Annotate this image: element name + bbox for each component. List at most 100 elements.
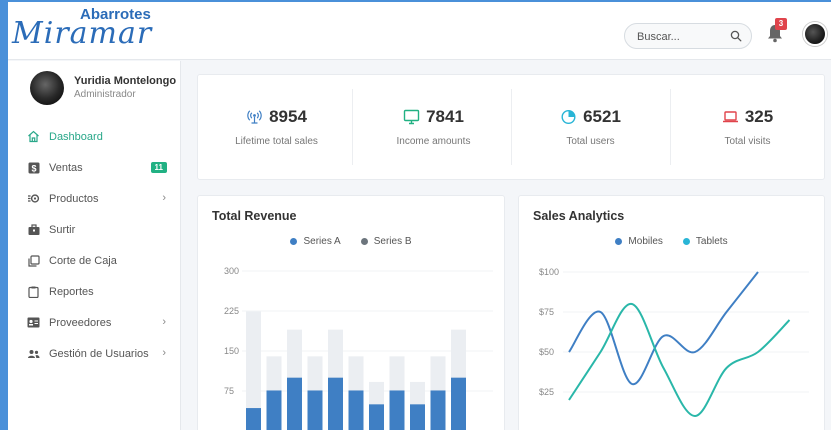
stats-card: 8954 Lifetime total sales 7841 Income am… (197, 74, 825, 180)
legend-item-mobiles[interactable]: Mobiles (615, 236, 663, 247)
bar-series-a (410, 404, 425, 430)
user-name: Yuridia Montelongo (74, 75, 177, 87)
card-title: Sales Analytics (533, 209, 625, 223)
user-profile: Yuridia Montelongo Administrador (30, 71, 180, 107)
sidebar-item-label: Reportes (49, 285, 94, 298)
legend-item-series-b[interactable]: Series B (360, 236, 412, 247)
sidebar-item-dashboard[interactable]: Dashboard (8, 121, 181, 152)
bar-series-a (246, 408, 261, 430)
total-revenue-card: Total Revenue Series A Series B 300 225 15… (197, 195, 505, 430)
sidebar-item-label: Corte de Caja (49, 254, 117, 267)
home-icon (27, 130, 40, 143)
bar-series-a (266, 390, 282, 430)
chevron-right-icon: › (162, 192, 166, 204)
revenue-bar-chart: 300 225 150 75 (224, 266, 493, 430)
card-title: Total Revenue (212, 209, 297, 223)
sidebar-item-label: Gestión de Usuarios (49, 347, 149, 360)
stat-label: Lifetime total sales (235, 136, 318, 147)
line-series-tablets (568, 302, 791, 418)
sidebar-item-label: Dashboard (49, 130, 103, 143)
sidebar-item-label: Proveedores (49, 316, 112, 329)
monitor-icon (403, 109, 420, 125)
stat-value: 8954 (269, 107, 307, 126)
user-role: Administrador (74, 89, 136, 100)
notification-count-badge: 3 (775, 18, 787, 30)
stat-value: 7841 (426, 107, 464, 126)
search-input[interactable] (637, 28, 727, 45)
users-icon (27, 347, 40, 360)
clipboard-icon (27, 285, 40, 298)
stat-label: Income amounts (396, 136, 471, 147)
bar-series-a (369, 404, 384, 430)
bar-series-a (307, 390, 323, 430)
avatar (30, 71, 64, 105)
sidebar-item-corte-de-caja[interactable]: Corte de Caja (8, 245, 181, 276)
legend-marker (290, 238, 298, 245)
legend-item-tablets[interactable]: Tablets (682, 236, 728, 247)
chart-legend: Series A Series B (198, 236, 504, 247)
sidebar-item-surtir[interactable]: Surtir (8, 214, 181, 245)
sidebar-item-label: Surtir (49, 223, 76, 236)
y-tick-label: $25 (539, 387, 554, 397)
legend-label: Series A (303, 236, 341, 247)
sidebar-nav: Dashboard $ Ventas 11 Productos › Surtir (8, 121, 181, 369)
legend-marker (682, 238, 690, 245)
sales-analytics-card: Sales Analytics Mobiles Tablets $100 $75 $… (518, 195, 825, 430)
broadcast-icon (247, 110, 262, 124)
legend-label: Mobiles (628, 236, 663, 247)
y-tick-label: 150 (224, 346, 239, 356)
svg-text:$: $ (31, 163, 36, 173)
pie-icon (561, 109, 576, 125)
ventas-count-badge: 11 (150, 162, 167, 173)
sidebar-item-productos[interactable]: Productos › (8, 183, 181, 214)
brand-logo[interactable]: Abarrotes Miramar (12, 6, 162, 54)
bar-series-a (430, 390, 446, 430)
stat-label: Total users (566, 136, 615, 147)
sidebar-item-proveedores[interactable]: Proveedores › (8, 307, 181, 338)
y-tick-label: $100 (539, 267, 559, 277)
legend-label: Tablets (695, 236, 728, 247)
bar-series-a (287, 377, 302, 430)
stat-label: Total visits (724, 136, 771, 147)
y-tick-label: 225 (224, 306, 239, 316)
notifications-button[interactable]: 3 (766, 18, 787, 46)
search-icon[interactable] (730, 30, 742, 42)
legend-marker (615, 238, 623, 245)
sidebar-item-label: Productos (49, 192, 99, 205)
sidebar-item-label: Ventas (49, 161, 83, 174)
window-frame-left (0, 0, 8, 430)
briefcase-icon (27, 223, 40, 236)
brand-main-text: Miramar (12, 16, 153, 51)
stat-lifetime-sales: 8954 Lifetime total sales (198, 91, 355, 163)
bar-series-a (328, 377, 343, 430)
sidebar-item-ventas[interactable]: $ Ventas 11 (8, 152, 181, 183)
bar-series-a (389, 390, 405, 430)
y-tick-label: $75 (539, 307, 554, 317)
chevron-right-icon: › (162, 316, 166, 328)
sidebar-item-reportes[interactable]: Reportes (8, 276, 181, 307)
y-tick-label: 300 (224, 266, 239, 276)
laptop-icon (722, 111, 738, 123)
legend-item-series-a[interactable]: Series A (290, 236, 341, 247)
y-tick-label: 75 (224, 386, 234, 396)
stat-value: 325 (744, 107, 774, 126)
products-icon (27, 192, 40, 205)
user-avatar-menu[interactable] (803, 22, 827, 46)
sidebar: Yuridia Montelongo Administrador Dashboa… (8, 61, 181, 430)
legend-label: Series B (373, 236, 412, 247)
stat-divider (352, 89, 353, 165)
dollar-icon: $ (27, 161, 40, 174)
chevron-right-icon: › (162, 347, 166, 359)
stat-total-visits: 325 Total visits (669, 91, 826, 163)
top-navbar: Abarrotes Miramar 3 (8, 2, 831, 60)
stat-total-users: 6521 Total users (512, 91, 669, 163)
stat-value: 6521 (583, 107, 621, 126)
id-card-icon (27, 316, 40, 329)
copy-icon (27, 254, 40, 267)
bar-series-a (451, 377, 466, 430)
stat-income: 7841 Income amounts (355, 91, 512, 163)
legend-marker (360, 238, 368, 245)
chart-legend: Mobiles Tablets (519, 236, 824, 247)
sidebar-item-gestion-usuarios[interactable]: Gestión de Usuarios › (8, 338, 181, 369)
search-box (624, 23, 752, 49)
